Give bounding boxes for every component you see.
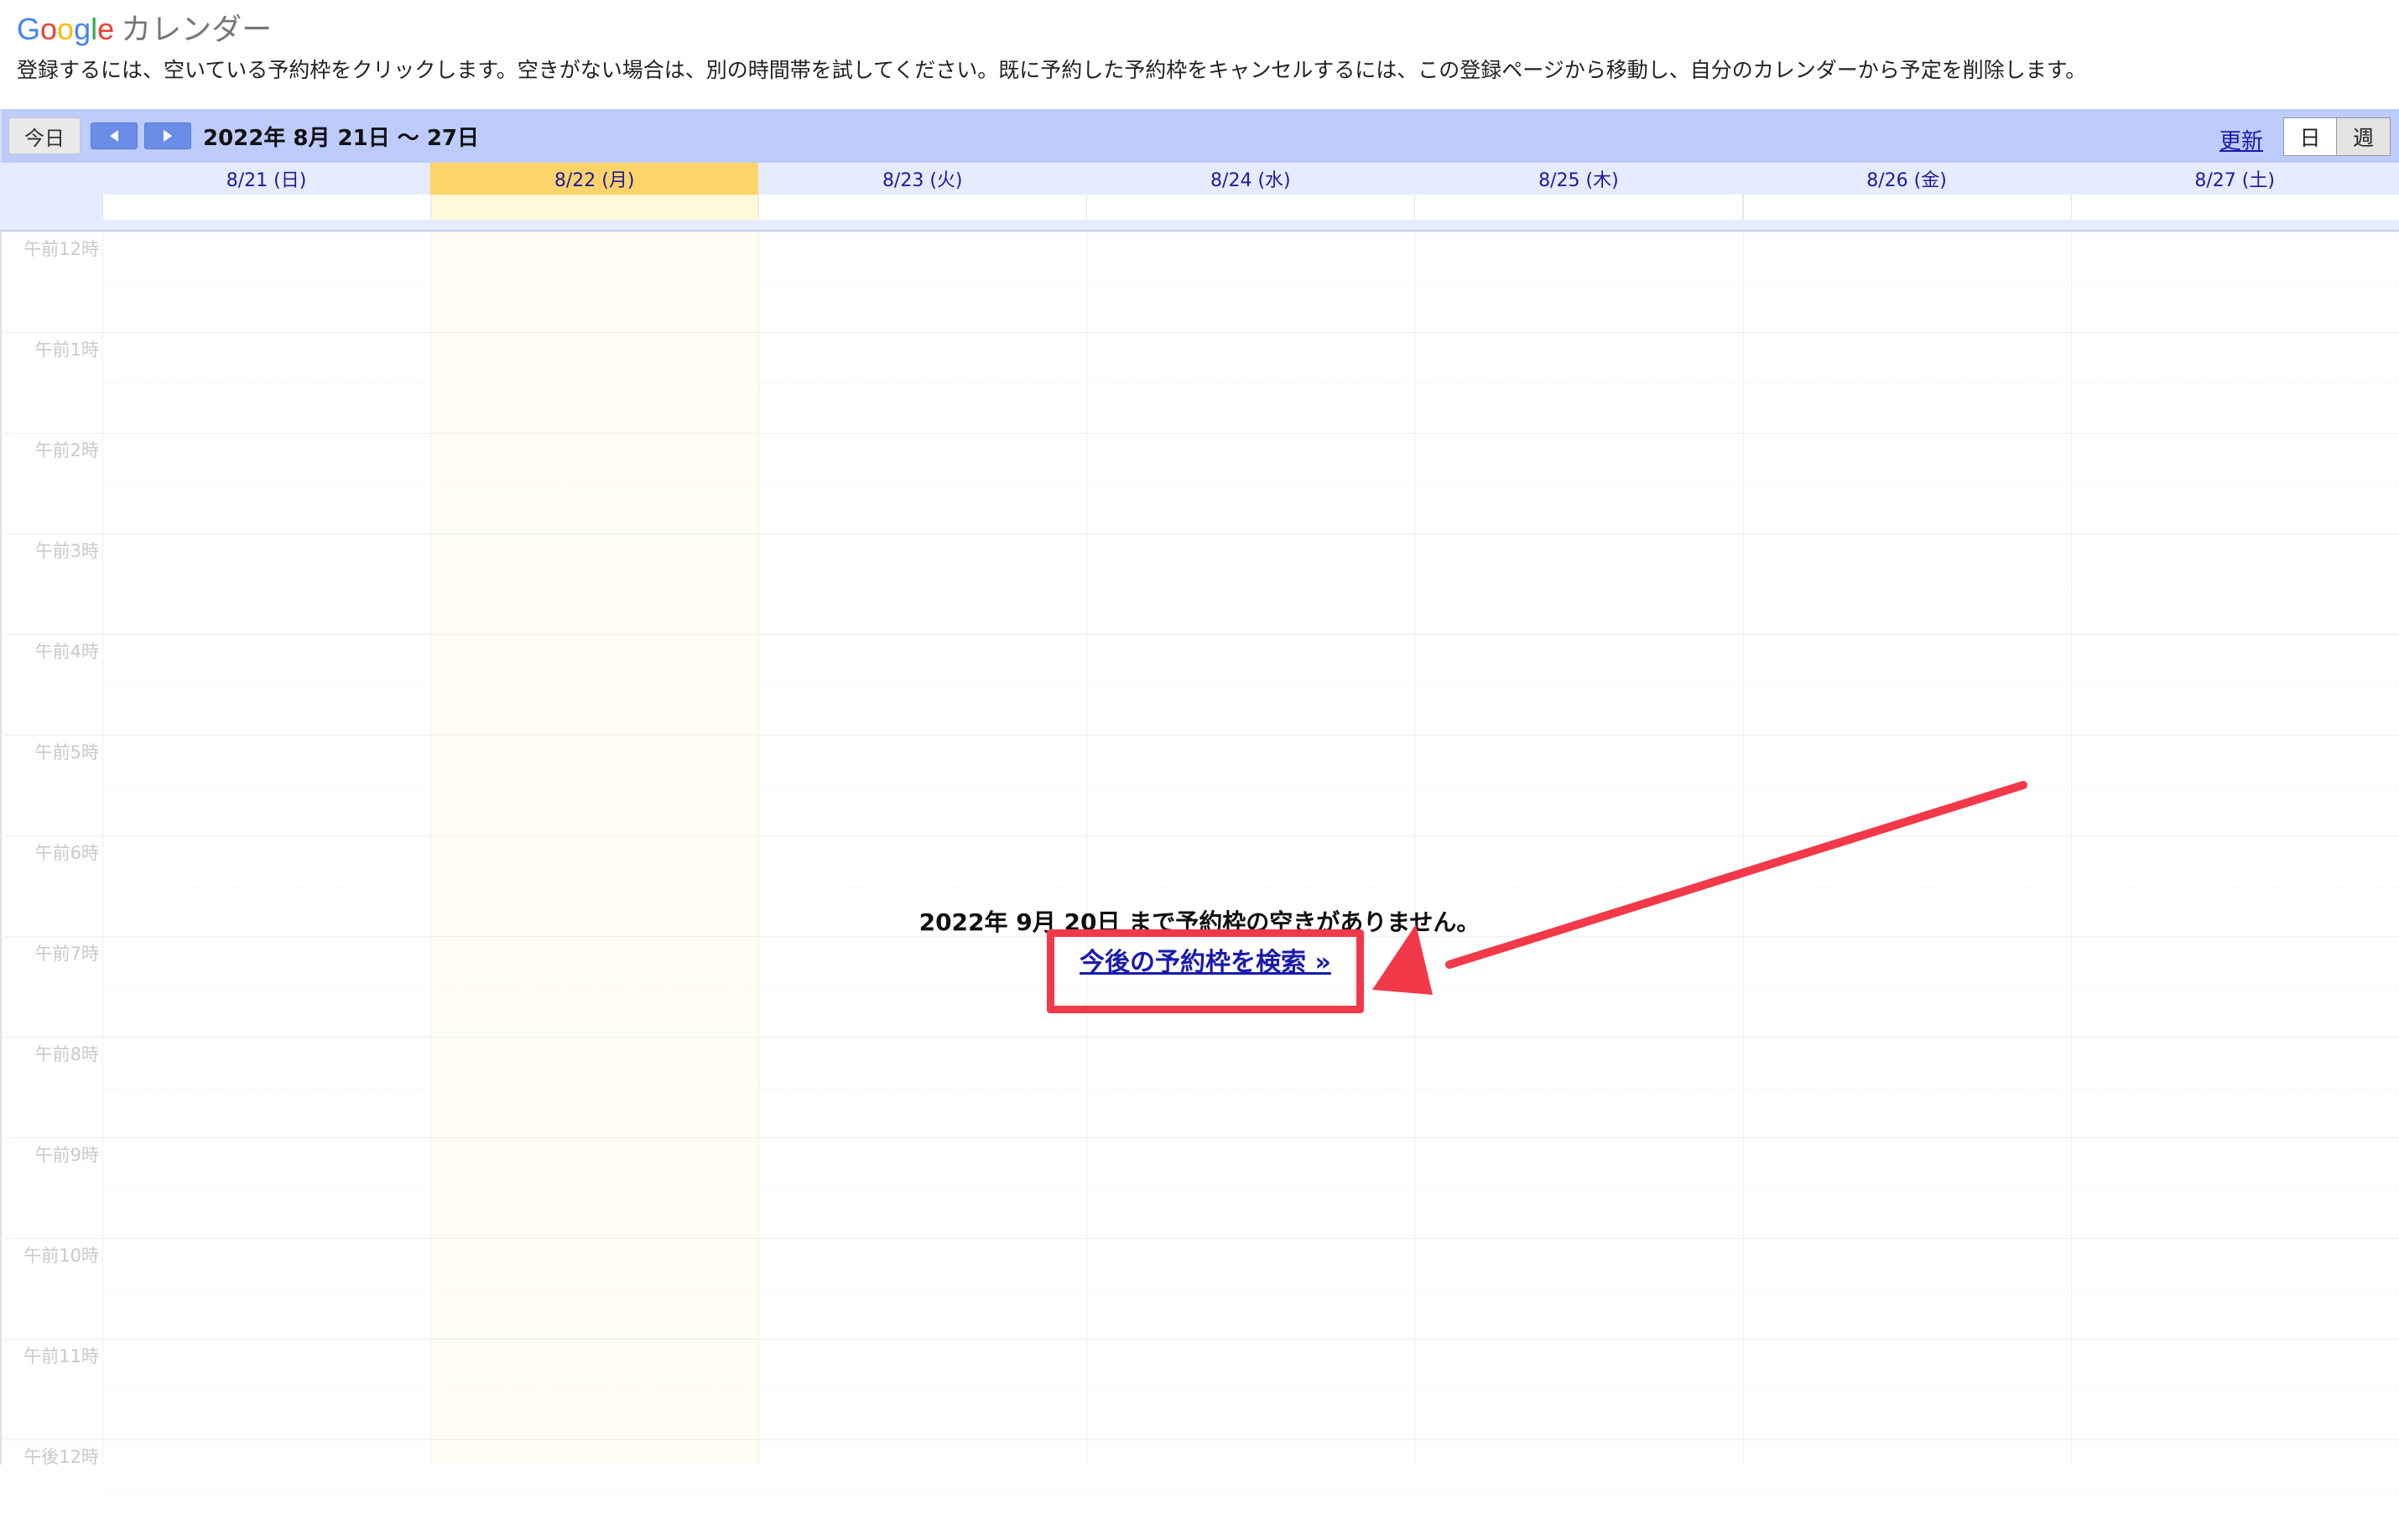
hour-label: 午前10時	[0, 1239, 99, 1267]
hour-row: 午前8時	[0, 1037, 2399, 1137]
day-column-header[interactable]: 8/25 (木)	[1414, 163, 1742, 232]
google-calendar-logo[interactable]: Googleカレンダー	[17, 5, 272, 49]
all-day-cell[interactable]	[758, 195, 1086, 220]
hour-label: 午前4時	[0, 635, 99, 663]
hour-label: 午前3時	[0, 534, 99, 563]
time-grid[interactable]: 午前12時午前1時午前2時午前3時午前4時午前5時午前6時午前7時午前8時午前9…	[0, 232, 2399, 1465]
refresh-link[interactable]: 更新	[2219, 124, 2263, 155]
day-column-divider	[1086, 232, 1087, 1465]
day-column-header[interactable]: 8/24 (水)	[1086, 163, 1414, 232]
day-column-header[interactable]: 8/21 (日)	[102, 163, 430, 232]
logo-letter: G	[17, 12, 40, 46]
hour-row: 午前9時	[0, 1137, 2399, 1238]
day-label: 8/22 (月)	[430, 163, 758, 195]
hour-row: 午前11時	[0, 1339, 2399, 1439]
day-column-divider	[1414, 232, 1415, 1465]
hour-row: 午前5時	[0, 735, 2399, 835]
half-hour-line	[102, 786, 2399, 787]
day-column-divider	[102, 232, 103, 1465]
day-column-header[interactable]: 8/26 (金)	[1743, 163, 2071, 232]
all-day-cell[interactable]	[2071, 195, 2399, 220]
hour-label: 午前1時	[0, 333, 99, 362]
logo-letter: l	[91, 12, 97, 46]
view-toggle: 日 週	[2283, 117, 2391, 156]
today-button[interactable]: 今日	[8, 117, 81, 154]
hour-label: 午前11時	[0, 1340, 99, 1368]
all-day-cell[interactable]	[102, 195, 430, 220]
next-week-button[interactable]	[144, 122, 191, 149]
day-column-header[interactable]: 8/23 (火)	[758, 163, 1086, 232]
hour-label: 午前12時	[0, 232, 99, 261]
date-range-title: 2022年 8月 21日 〜 27日	[203, 121, 479, 152]
half-hour-line	[102, 1289, 2399, 1290]
day-column-divider	[1743, 232, 1744, 1465]
hour-row: 午前2時	[0, 433, 2399, 533]
hour-label: 午前6時	[0, 836, 99, 865]
half-hour-line	[102, 1088, 2399, 1089]
hour-row: 午前12時	[0, 232, 2399, 332]
logo-letter: g	[74, 12, 91, 46]
logo-letter: o	[40, 12, 57, 46]
day-label: 8/27 (土)	[2071, 163, 2399, 195]
half-hour-line	[102, 283, 2399, 284]
all-day-cell[interactable]	[430, 195, 758, 220]
half-hour-line	[102, 383, 2399, 384]
half-hour-line	[102, 484, 2399, 485]
header: Googleカレンダー 登録するには、空いている予約枠をクリックします。空きがな…	[0, 0, 2399, 107]
day-column-divider	[430, 232, 431, 1465]
hour-row: 午前1時	[0, 332, 2399, 433]
hour-label: 午前7時	[0, 937, 99, 965]
all-day-cell[interactable]	[1414, 195, 1742, 220]
hour-row: 午後12時	[0, 1439, 2399, 1540]
prev-week-button[interactable]	[91, 122, 138, 149]
week-view-button[interactable]: 週	[2337, 117, 2391, 156]
half-hour-line	[102, 1390, 2399, 1391]
day-header-row: 8/21 (日)8/22 (月)8/23 (火)8/24 (水)8/25 (木)…	[0, 163, 2399, 232]
day-label: 8/21 (日)	[102, 163, 430, 195]
hour-row: 午前3時	[0, 533, 2399, 634]
hour-row: 午前10時	[0, 1238, 2399, 1339]
product-name: カレンダー	[121, 13, 272, 47]
day-column-divider	[758, 232, 759, 1465]
all-day-cell[interactable]	[1086, 195, 1414, 220]
day-label: 8/24 (水)	[1086, 163, 1414, 195]
day-label: 8/23 (火)	[758, 163, 1086, 195]
day-column-header[interactable]: 8/27 (土)	[2071, 163, 2399, 232]
annotation-highlight-box	[1047, 929, 1364, 1013]
logo-letter: e	[97, 12, 114, 46]
day-column-divider	[2071, 232, 2072, 1465]
hour-label: 午前2時	[0, 434, 99, 462]
instructions-text: 登録するには、空いている予約枠をクリックします。空きがない場合は、別の時間帯を試…	[17, 54, 2086, 84]
hour-label: 午前9時	[0, 1138, 99, 1167]
half-hour-line	[102, 685, 2399, 686]
triangle-right-icon	[162, 129, 174, 143]
day-view-button[interactable]: 日	[2283, 117, 2337, 156]
triangle-left-icon	[108, 129, 120, 143]
logo-letter: o	[57, 12, 74, 46]
hour-label: 午前8時	[0, 1038, 99, 1066]
hour-row: 午前4時	[0, 634, 2399, 735]
day-column-header[interactable]: 8/22 (月)	[430, 163, 758, 232]
toolbar: 今日 2022年 8月 21日 〜 27日 更新 日 週	[0, 109, 2399, 163]
day-label: 8/26 (金)	[1743, 163, 2071, 195]
hour-label: 午前5時	[0, 736, 99, 764]
all-day-cell[interactable]	[1743, 195, 2071, 220]
google-wordmark: Google	[17, 13, 114, 47]
day-label: 8/25 (木)	[1414, 163, 1742, 195]
